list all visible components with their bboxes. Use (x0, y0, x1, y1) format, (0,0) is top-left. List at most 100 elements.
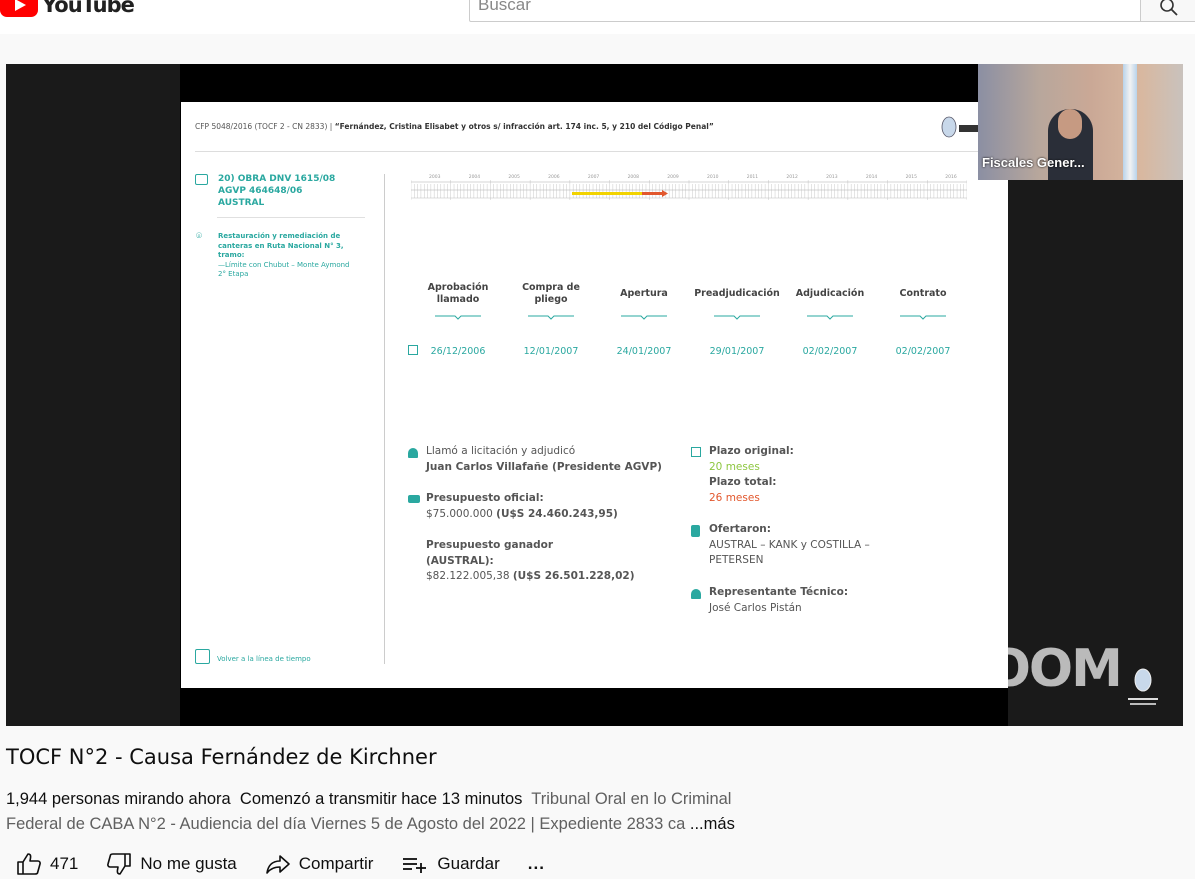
building-icon (691, 525, 700, 537)
search-icon (1160, 0, 1178, 16)
zoom-watermark: ZOOM (951, 639, 1123, 699)
location-pin-icon: ⌾ (196, 231, 202, 242)
stage-date: 12/01/2007 (523, 346, 579, 357)
timeline-year-label: 2014 (866, 174, 878, 180)
obra-description: Restauración y remediación de canteras e… (218, 232, 358, 280)
stage-wave-icon (435, 315, 481, 320)
plazo-block: Plazo original: 20 meses Plazo total: 26… (709, 444, 794, 506)
person-icon (691, 589, 701, 599)
presupuesto-oficial-block: Presupuesto oficial: $75.000.000 (U$S 24… (426, 491, 618, 522)
more-actions-button[interactable]: ... (528, 854, 545, 874)
more-icon: ... (527, 854, 545, 873)
presupuesto-ganador-usd: (U$S 26.501.228,02) (512, 570, 635, 582)
representante-block: Representante Técnico: José Carlos Pistá… (709, 585, 848, 616)
timeline-year-label: 2012 (786, 174, 798, 180)
presupuesto-oficial-ars: $75.000.000 (426, 507, 493, 520)
llamo-block: Llamó a licitación y adjudicó Juan Carlo… (426, 444, 662, 475)
youtube-play-icon (0, 0, 38, 17)
camera-thumbnail[interactable]: Fiscales Gener... (978, 64, 1183, 180)
presupuesto-ganador-label: Presupuesto ganador (AUSTRAL): (426, 539, 554, 567)
stage-date: 26/12/2006 (430, 346, 486, 357)
show-more-link[interactable]: ...más (690, 815, 735, 833)
description-preview[interactable]: Federal de CABA N°2 - Audiencia del día … (6, 815, 735, 834)
camera-label: Fiscales Gener... (982, 155, 1085, 170)
stage-date: 29/01/2007 (709, 346, 765, 357)
plazo-total-value: 26 meses (709, 491, 760, 504)
timeline-year-label: 2015 (906, 174, 918, 180)
court-emblem-icon (1128, 668, 1158, 705)
calendar-back-icon[interactable] (195, 649, 210, 664)
stage-label: Apertura (620, 288, 668, 299)
plazo-original-label: Plazo original: (709, 445, 794, 457)
stage-wave-icon (807, 315, 853, 320)
stage-label: Aprobación llamado (427, 282, 489, 305)
stage-date: 02/02/2007 (895, 346, 951, 357)
flag-background (1123, 64, 1137, 180)
money-icon (408, 495, 420, 503)
stage-wave-icon (900, 315, 946, 320)
search-placeholder: Buscar (478, 0, 531, 14)
share-icon (265, 855, 290, 874)
timeline-year-label: 2016 (945, 174, 957, 180)
timeline-year-label: 2008 (628, 174, 640, 180)
slide-header: CFP 5048/2016 (TOCF 2 - CN 2833) | “Fern… (195, 122, 714, 131)
timeline-year-label: 2010 (707, 174, 719, 180)
video-meta[interactable]: 1,944 personas mirando ahora Comenzó a t… (6, 790, 731, 809)
timeline-year-label: 2011 (747, 174, 759, 180)
ofertaron-value: AUSTRAL – KANK y COSTILLA – PETERSEN (709, 538, 870, 567)
speaker-head (1058, 109, 1082, 139)
search-input[interactable]: Buscar (469, 0, 1141, 22)
stream-started: Comenzó a transmitir hace 13 minutos (239, 790, 523, 808)
presupuesto-ganador-ars: $82.122.005,38 (426, 570, 510, 582)
ofertaron-label: Ofertaron: (709, 523, 771, 535)
dislike-button[interactable]: No me gusta (106, 852, 237, 876)
year-timeline: 2003 2004 2005 2006 2007 2008 2009 2010 2011 2012… (411, 174, 967, 200)
stage-label: Adjudicación (795, 288, 865, 299)
timeline-year-label: 2003 (429, 174, 441, 180)
ofertaron-block: Ofertaron: AUSTRAL – KANK y COSTILLA – P… (709, 522, 870, 569)
timeline-year-label: 2013 (826, 174, 838, 180)
obra-desc-bold: Restauración y remediación de canteras e… (218, 232, 344, 259)
back-to-timeline-link[interactable]: Volver a la línea de tiempo (217, 655, 311, 663)
llamo-label: Llamó a licitación y adjudicó (426, 445, 576, 457)
presentation-slide: CFP 5048/2016 (TOCF 2 - CN 2833) | “Fern… (181, 102, 1008, 688)
share-button[interactable]: Compartir (265, 852, 373, 876)
stage-label: Compra de pliego (522, 282, 580, 305)
case-title: “Fernández, Cristina Elisabet y otros s/… (334, 122, 714, 131)
youtube-logo[interactable]: YouTube (0, 0, 135, 20)
presupuesto-oficial-usd: (U$S 24.460.243,95) (496, 507, 618, 520)
save-label: Guardar (437, 854, 500, 873)
video-player[interactable]: CFP 5048/2016 (TOCF 2 - CN 2833) | “Fern… (6, 64, 1183, 726)
timeline-year-label: 2007 (588, 174, 600, 180)
description-line1: Tribunal Oral en lo Criminal (531, 790, 732, 808)
timeline-year-label: 2005 (508, 174, 520, 180)
search-button[interactable] (1141, 0, 1195, 22)
presupuesto-oficial-label: Presupuesto oficial: (426, 492, 544, 504)
vertical-divider (384, 174, 385, 664)
logo-text: YouTube (42, 0, 135, 17)
llamo-value: Juan Carlos Villafañe (Presidente AGVP) (426, 460, 662, 473)
presupuesto-ganador-block: Presupuesto ganador (AUSTRAL): $82.122.0… (426, 538, 635, 585)
representante-label: Representante Técnico: (709, 586, 849, 598)
like-button[interactable]: 471 (16, 852, 78, 876)
timeline-year-label: 2004 (469, 174, 481, 180)
stage-wave-icon (528, 315, 574, 320)
timeline-bar-original (572, 192, 642, 195)
timeline-bar-extension (642, 192, 662, 195)
like-count: 471 (50, 854, 79, 873)
save-button[interactable]: Guardar (401, 852, 500, 876)
stage-wave-icon (714, 315, 760, 320)
calendar-icon (691, 447, 701, 457)
plazo-original-value: 20 meses (709, 460, 760, 473)
timeline-year-label: 2009 (667, 174, 679, 180)
timeline-year-label: 2006 (548, 174, 560, 180)
representante-value: José Carlos Pistán (709, 601, 802, 614)
action-bar: 471 No me gusta Compartir Guardar ... (16, 850, 573, 878)
case-ref: CFP 5048/2016 (TOCF 2 - CN 2833) | (195, 122, 333, 131)
description-line2: Federal de CABA N°2 - Audiencia del día … (6, 815, 686, 833)
top-bar: YouTube Buscar (0, 0, 1195, 34)
stage-date: 02/02/2007 (802, 346, 858, 357)
video-title: TOCF N°2 - Causa Fernández de Kirchner (6, 745, 437, 769)
timeline-arrow (662, 190, 668, 197)
stage-label: Preadjudicación (694, 288, 780, 299)
